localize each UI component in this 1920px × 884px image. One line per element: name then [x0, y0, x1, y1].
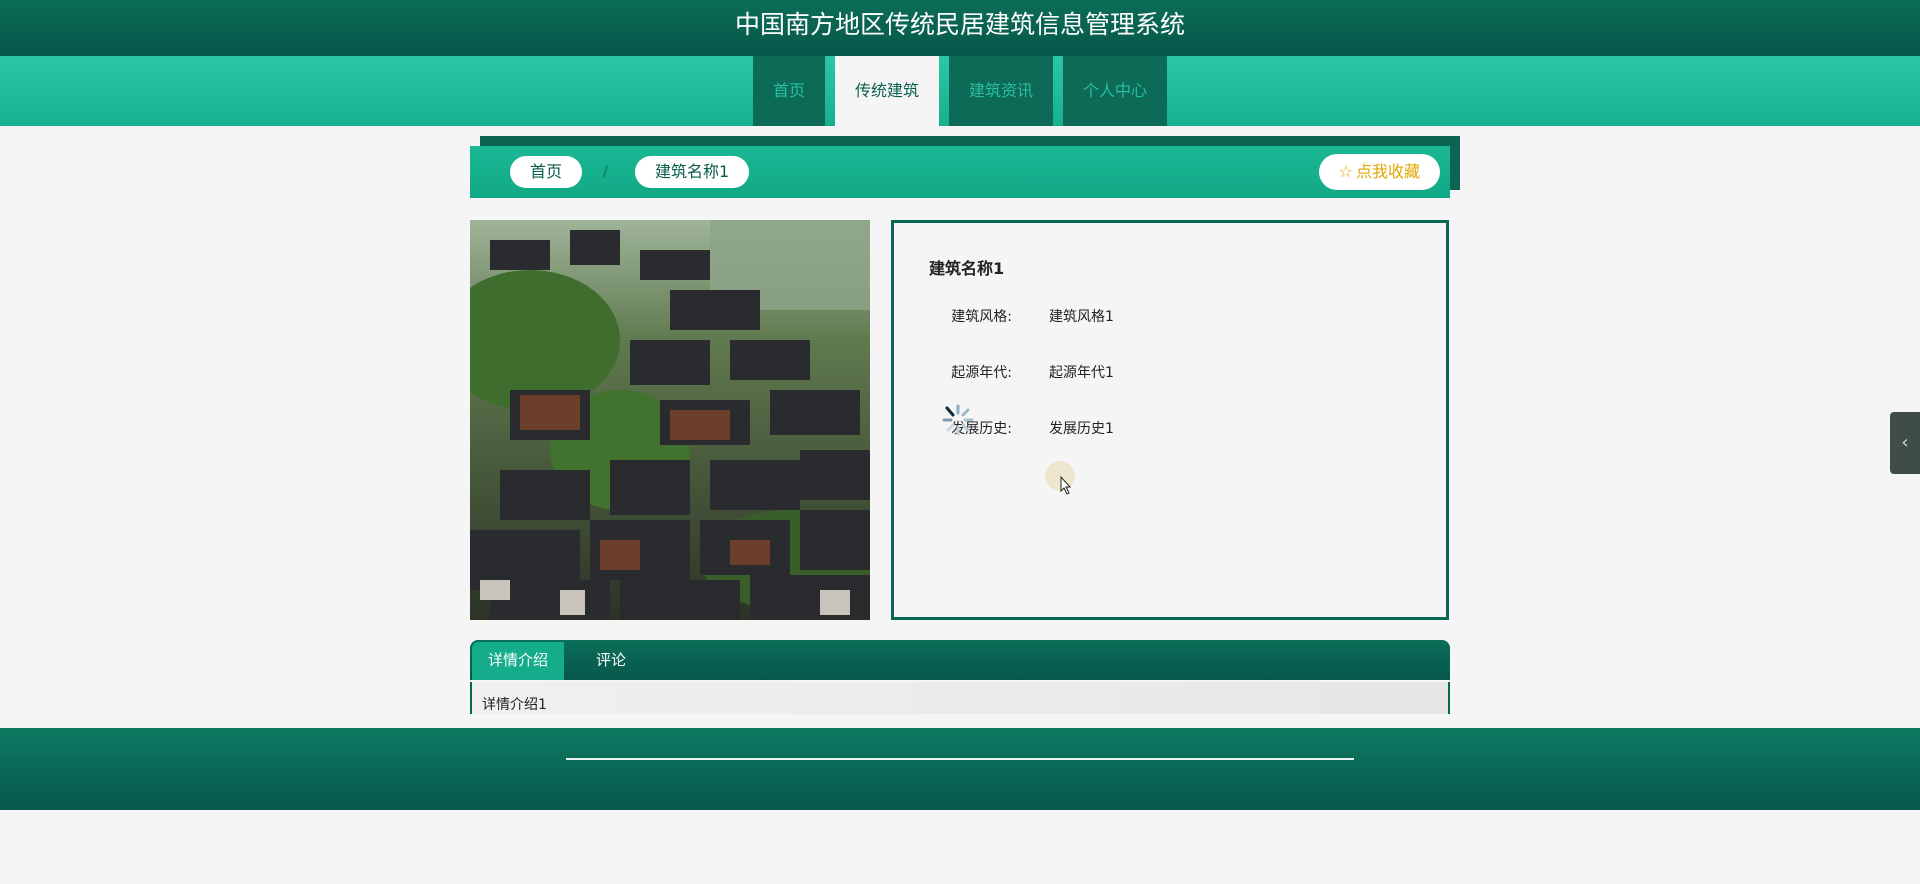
- breadcrumb-home[interactable]: 首页: [510, 156, 583, 188]
- breadcrumb-current[interactable]: 建筑名称1: [635, 156, 750, 188]
- main-nav: 首页 传统建筑 建筑资讯 个人中心: [0, 56, 1920, 126]
- breadcrumb-separator: /: [603, 164, 608, 180]
- loading-spinner-icon: [942, 404, 974, 436]
- breadcrumb: 首页 / 建筑名称1 ☆ 点我收藏: [470, 146, 1450, 198]
- building-photo: [470, 220, 870, 620]
- tab-content-text: 详情介绍1: [482, 697, 547, 713]
- tab-comments[interactable]: 评论: [580, 640, 642, 680]
- site-title-bar: 中国南方地区传统民居建筑信息管理系统: [0, 0, 1920, 56]
- nav-item-traditional-architecture[interactable]: 传统建筑: [834, 56, 939, 126]
- tab-details[interactable]: 详情介绍: [472, 642, 565, 680]
- info-label-origin: 起源年代:: [951, 365, 1012, 381]
- building-photo-image: [470, 220, 870, 620]
- footer-divider: [566, 758, 1354, 760]
- detail-tabs: 详情介绍 评论: [470, 640, 1450, 680]
- favorite-button[interactable]: ☆ 点我收藏: [1318, 154, 1440, 190]
- building-name: 建筑名称1: [929, 259, 1005, 278]
- favorite-label: 点我收藏: [1355, 162, 1420, 181]
- footer: [0, 728, 1920, 810]
- nav-item-architecture-news[interactable]: 建筑资讯: [949, 56, 1054, 126]
- info-value-style: 建筑风格1: [1049, 309, 1114, 325]
- info-label-style: 建筑风格:: [951, 309, 1012, 325]
- tab-content: 详情介绍1: [470, 682, 1450, 714]
- info-value-history: 发展历史1: [1049, 421, 1114, 437]
- chevron-left-icon: ‹: [1901, 432, 1909, 453]
- site-title: 中国南方地区传统民居建筑信息管理系统: [734, 10, 1185, 39]
- star-icon: ☆: [1338, 162, 1353, 181]
- mouse-cursor-icon: [1045, 461, 1075, 495]
- nav-item-personal-center[interactable]: 个人中心: [1063, 56, 1168, 126]
- side-panel-toggle[interactable]: ‹: [1890, 412, 1920, 474]
- info-value-origin: 起源年代1: [1049, 365, 1114, 381]
- nav-item-home[interactable]: 首页: [752, 56, 825, 126]
